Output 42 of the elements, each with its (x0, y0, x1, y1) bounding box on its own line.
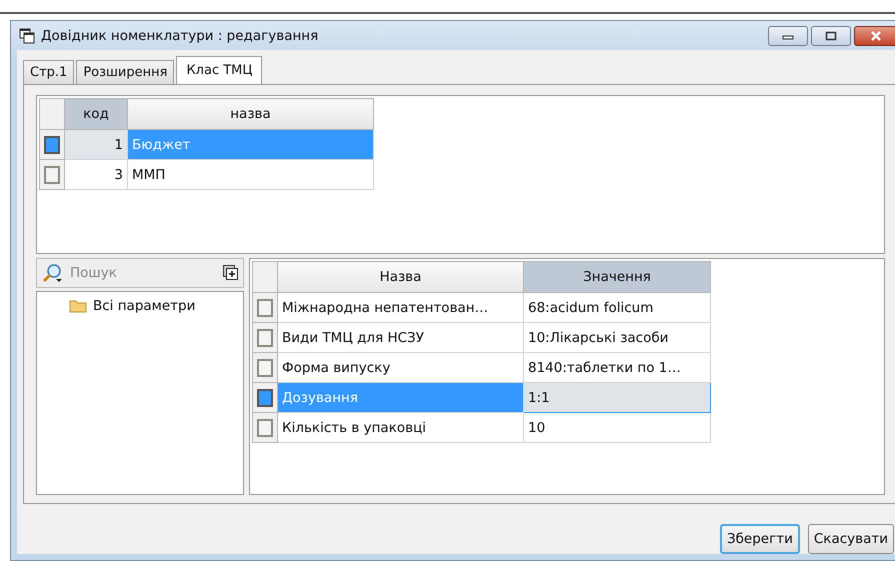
minimize-button[interactable] (768, 26, 808, 46)
window-title: Довідник номенклатури : редагування (41, 28, 320, 44)
row-indicator[interactable] (257, 418, 273, 436)
tab[interactable]: Розширення (76, 60, 174, 84)
close-icon (869, 30, 883, 40)
row-indicator[interactable] (257, 298, 273, 316)
maximize-icon (825, 30, 837, 40)
table-cell: Бюджет (128, 130, 374, 160)
table-cell: 1 (64, 130, 128, 160)
table-cell: 68:acidum folicum (524, 292, 710, 322)
table-cell: Дозування (278, 382, 524, 412)
column-header[interactable]: код (64, 98, 128, 130)
column-header[interactable]: Назва (278, 262, 524, 292)
maximize-button[interactable] (811, 26, 851, 46)
search-field[interactable]: Пошук (36, 258, 244, 288)
table-cell: Кількість в упаковці (278, 412, 524, 442)
table-cell: 1:1 (524, 382, 710, 412)
tab[interactable]: Стр.1 (23, 60, 74, 84)
table-cell: 10:Лікарські засоби (524, 322, 710, 352)
tree-item[interactable]: Всі параметри (69, 298, 243, 314)
dialog-button[interactable]: Скасувати (808, 524, 894, 554)
row-indicator[interactable] (257, 328, 273, 346)
row-indicator[interactable] (257, 388, 273, 406)
close-button[interactable] (854, 26, 895, 46)
tab[interactable]: Клас ТМЦ (176, 56, 262, 84)
table-cell: ММП (128, 160, 374, 190)
search-field[interactable]: Пошук (67, 262, 221, 284)
row-indicator[interactable] (44, 166, 60, 184)
table-cell: 10 (524, 412, 710, 442)
add-icon[interactable] (223, 265, 239, 281)
table-cell: Міжнародна непатентован… (278, 292, 524, 322)
dialog-button[interactable]: Зберегти (720, 524, 800, 554)
tree-item-label: Всі параметри (93, 298, 196, 314)
table-cell: 3 (64, 160, 128, 190)
row-indicator[interactable] (257, 358, 273, 376)
row-indicator[interactable] (44, 136, 60, 154)
column-header[interactable]: назва (128, 98, 374, 130)
folder-icon (69, 299, 87, 313)
table-cell: Види ТМЦ для НСЗУ (278, 322, 524, 352)
search-icon (41, 263, 65, 283)
column-header[interactable]: Значення (524, 262, 710, 292)
windows-icon (19, 28, 35, 44)
